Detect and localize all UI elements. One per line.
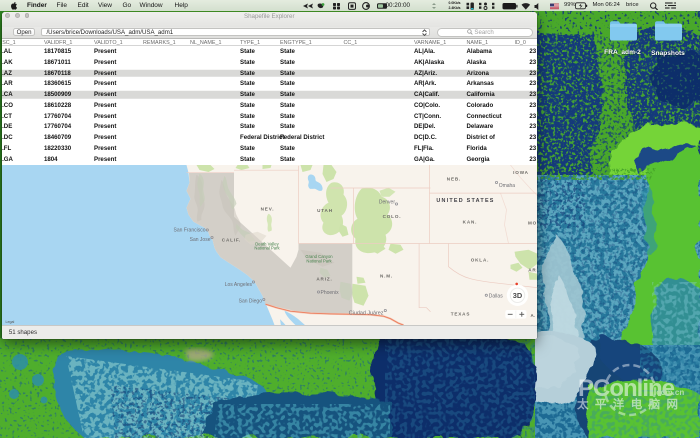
svg-text:3D: 3D: [512, 291, 522, 300]
svg-text:Los Angeles: Los Angeles: [224, 282, 252, 288]
svg-text:太平洋电脑网: 太平洋电脑网: [576, 397, 684, 411]
svg-text:Phoenix: Phoenix: [320, 290, 339, 296]
svg-text:TEXAS: TEXAS: [450, 312, 470, 317]
svg-text:IOWA: IOWA: [513, 170, 529, 175]
svg-text:A.: A.: [530, 313, 534, 318]
svg-text:Denver: Denver: [378, 200, 394, 206]
svg-text:ARIZ.: ARIZ.: [316, 277, 332, 282]
svg-text:UTAH: UTAH: [317, 208, 333, 213]
svg-text:Dallas: Dallas: [488, 294, 502, 300]
svg-text:National Park: National Park: [306, 259, 332, 264]
svg-text:ARK: ARK: [528, 268, 537, 273]
svg-text:National Park: National Park: [254, 246, 280, 251]
svg-text:San Jose: San Jose: [189, 237, 210, 243]
svg-text:OKLA.: OKLA.: [470, 258, 489, 263]
svg-text:UNITED STATES: UNITED STATES: [436, 198, 494, 204]
svg-text:.com.cn: .com.cn: [654, 388, 684, 397]
svg-text:NEV.: NEV.: [260, 207, 274, 212]
svg-text:CALIF.: CALIF.: [221, 238, 240, 243]
svg-text:KAN.: KAN.: [462, 220, 477, 225]
svg-text:NEB.: NEB.: [446, 177, 460, 182]
svg-text:COLO.: COLO.: [382, 214, 401, 219]
svg-text:N.M.: N.M.: [379, 274, 392, 279]
svg-text:Omaha: Omaha: [498, 183, 515, 189]
svg-text:Ciudad Juárez: Ciudad Juárez: [348, 311, 383, 317]
svg-text:San Francisco: San Francisco: [173, 228, 205, 234]
svg-text:MO: MO: [527, 221, 536, 226]
svg-text:San Diego: San Diego: [238, 299, 262, 305]
